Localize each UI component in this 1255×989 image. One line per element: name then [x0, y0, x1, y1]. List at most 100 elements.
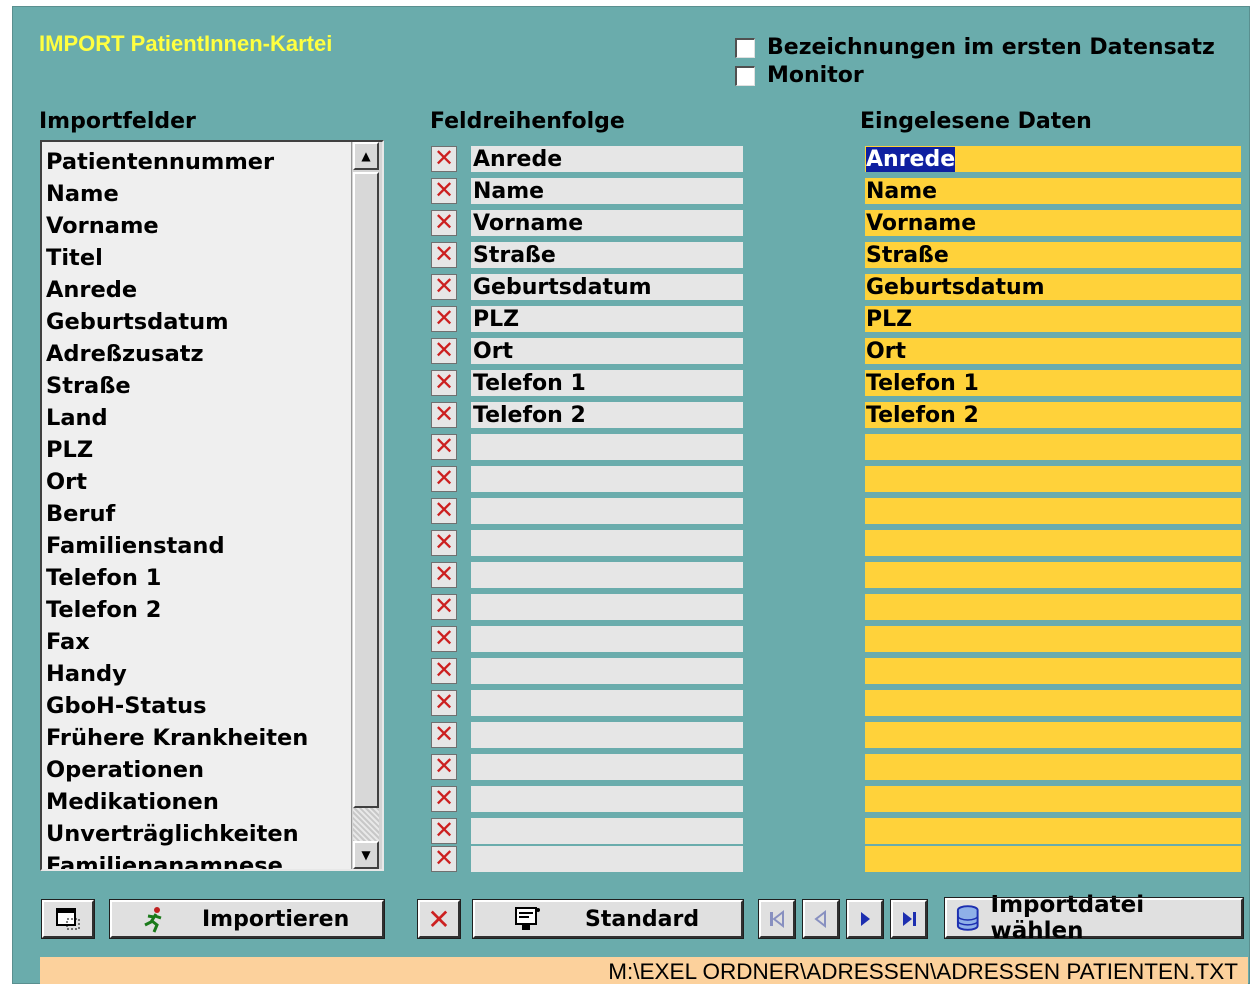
import-field-item[interactable]: Unverträglichkeiten — [46, 818, 346, 850]
first-record-button[interactable] — [758, 899, 796, 939]
import-field-item[interactable]: Adreßzusatz — [46, 338, 346, 370]
read-data-field[interactable]: Telefon 1 — [865, 370, 1241, 396]
read-data-field[interactable]: Ort — [865, 338, 1241, 364]
import-field-item[interactable]: Vorname — [46, 210, 346, 242]
import-field-item[interactable]: Telefon 2 — [46, 594, 346, 626]
import-field-item[interactable]: Fax — [46, 626, 346, 658]
field-order-input[interactable]: Name — [471, 178, 743, 204]
field-order-input[interactable]: Telefon 1 — [471, 370, 743, 396]
remove-field-icon[interactable]: ✕ — [431, 846, 457, 872]
import-field-item[interactable]: Operationen — [46, 754, 346, 786]
field-order-input[interactable] — [471, 594, 743, 620]
field-order-input[interactable] — [471, 626, 743, 652]
previous-record-button[interactable] — [802, 899, 840, 939]
option-labels-first-record[interactable]: Bezeichnungen im ersten Datensatz — [735, 35, 1215, 60]
remove-field-icon[interactable]: ✕ — [431, 402, 457, 428]
import-field-item[interactable]: Anrede — [46, 274, 346, 306]
read-data-field[interactable]: PLZ — [865, 306, 1241, 332]
remove-field-icon[interactable]: ✕ — [431, 690, 457, 716]
read-data-field[interactable]: Telefon 2 — [865, 402, 1241, 428]
remove-field-icon[interactable]: ✕ — [431, 178, 457, 204]
field-order-input[interactable] — [471, 530, 743, 556]
vertical-scrollbar[interactable]: ▲ ▼ — [351, 142, 382, 869]
remove-field-icon[interactable]: ✕ — [431, 754, 457, 780]
remove-field-icon[interactable]: ✕ — [431, 594, 457, 620]
remove-field-icon[interactable]: ✕ — [431, 530, 457, 556]
field-order-input[interactable] — [471, 786, 743, 812]
scroll-down-icon[interactable]: ▼ — [353, 841, 379, 869]
scroll-track[interactable] — [353, 808, 379, 842]
remove-field-icon[interactable]: ✕ — [431, 658, 457, 684]
field-order-input[interactable] — [471, 658, 743, 684]
import-field-item[interactable]: Ort — [46, 466, 346, 498]
remove-field-icon[interactable]: ✕ — [431, 466, 457, 492]
field-order-input[interactable]: Telefon 2 — [471, 402, 743, 428]
import-field-item[interactable]: Handy — [46, 658, 346, 690]
read-data-field[interactable] — [865, 846, 1241, 872]
field-order-input[interactable] — [471, 754, 743, 780]
remove-field-icon[interactable]: ✕ — [431, 274, 457, 300]
read-data-field[interactable]: Anrede — [865, 146, 1241, 172]
labels-first-record-checkbox[interactable] — [735, 37, 755, 58]
field-order-input[interactable] — [471, 466, 743, 492]
read-data-field[interactable]: Name — [865, 178, 1241, 204]
read-data-field[interactable]: Straße — [865, 242, 1241, 268]
standard-button[interactable]: Standard — [472, 899, 744, 939]
remove-field-icon[interactable]: ✕ — [431, 306, 457, 332]
remove-field-icon[interactable]: ✕ — [431, 818, 457, 844]
field-order-input[interactable]: Ort — [471, 338, 743, 364]
import-field-item[interactable]: Telefon 1 — [46, 562, 346, 594]
read-data-field[interactable]: Vorname — [865, 210, 1241, 236]
remove-field-icon[interactable]: ✕ — [431, 786, 457, 812]
remove-field-icon[interactable]: ✕ — [431, 242, 457, 268]
read-data-field[interactable] — [865, 626, 1241, 652]
import-field-item[interactable]: Name — [46, 178, 346, 210]
scroll-up-icon[interactable]: ▲ — [353, 142, 379, 170]
import-field-item[interactable]: Land — [46, 402, 346, 434]
read-data-field[interactable] — [865, 562, 1241, 588]
field-order-input[interactable]: Geburtsdatum — [471, 274, 743, 300]
remove-field-icon[interactable]: ✕ — [431, 338, 457, 364]
field-order-input[interactable] — [471, 562, 743, 588]
field-order-input[interactable] — [471, 818, 743, 844]
field-order-input[interactable]: Straße — [471, 242, 743, 268]
field-order-input[interactable]: Anrede — [471, 146, 743, 172]
clear-order-button[interactable]: ✕ — [417, 899, 461, 939]
read-data-field[interactable] — [865, 530, 1241, 556]
import-field-item[interactable]: Straße — [46, 370, 346, 402]
read-data-field[interactable] — [865, 466, 1241, 492]
import-field-item[interactable]: Frühere Krankheiten — [46, 722, 346, 754]
read-data-field[interactable] — [865, 722, 1241, 748]
import-field-item[interactable]: GboH-Status — [46, 690, 346, 722]
field-order-input[interactable] — [471, 690, 743, 716]
read-data-field[interactable] — [865, 818, 1241, 844]
import-fields-list[interactable]: Patientennummer Name Vorname Titel Anrede Geb… — [40, 140, 384, 871]
remove-field-icon[interactable]: ✕ — [431, 722, 457, 748]
read-data-field[interactable] — [865, 498, 1241, 524]
import-field-item[interactable]: PLZ — [46, 434, 346, 466]
remove-field-icon[interactable]: ✕ — [431, 210, 457, 236]
read-data-field[interactable]: Geburtsdatum — [865, 274, 1241, 300]
field-order-input[interactable] — [471, 498, 743, 524]
read-data-field[interactable] — [865, 594, 1241, 620]
field-order-input[interactable]: Vorname — [471, 210, 743, 236]
remove-field-icon[interactable]: ✕ — [431, 498, 457, 524]
next-record-button[interactable] — [846, 899, 884, 939]
field-order-input[interactable] — [471, 434, 743, 460]
import-field-item[interactable]: Beruf — [46, 498, 346, 530]
import-field-item[interactable]: Familienanamnese — [46, 850, 346, 869]
import-field-item[interactable]: Familienstand — [46, 530, 346, 562]
field-order-input[interactable] — [471, 846, 743, 872]
field-order-input[interactable]: PLZ — [471, 306, 743, 332]
option-monitor[interactable]: Monitor — [735, 63, 864, 88]
remove-field-icon[interactable]: ✕ — [431, 562, 457, 588]
choose-import-file-button[interactable]: Importdatei wählen — [944, 892, 1244, 944]
read-data-field[interactable] — [865, 754, 1241, 780]
read-data-field[interactable] — [865, 434, 1241, 460]
import-field-item[interactable]: Titel — [46, 242, 346, 274]
import-field-item[interactable]: Patientennummer — [46, 146, 346, 178]
read-data-field[interactable] — [865, 786, 1241, 812]
view-button[interactable] — [41, 899, 95, 939]
import-field-item[interactable]: Geburtsdatum — [46, 306, 346, 338]
remove-field-icon[interactable]: ✕ — [431, 370, 457, 396]
